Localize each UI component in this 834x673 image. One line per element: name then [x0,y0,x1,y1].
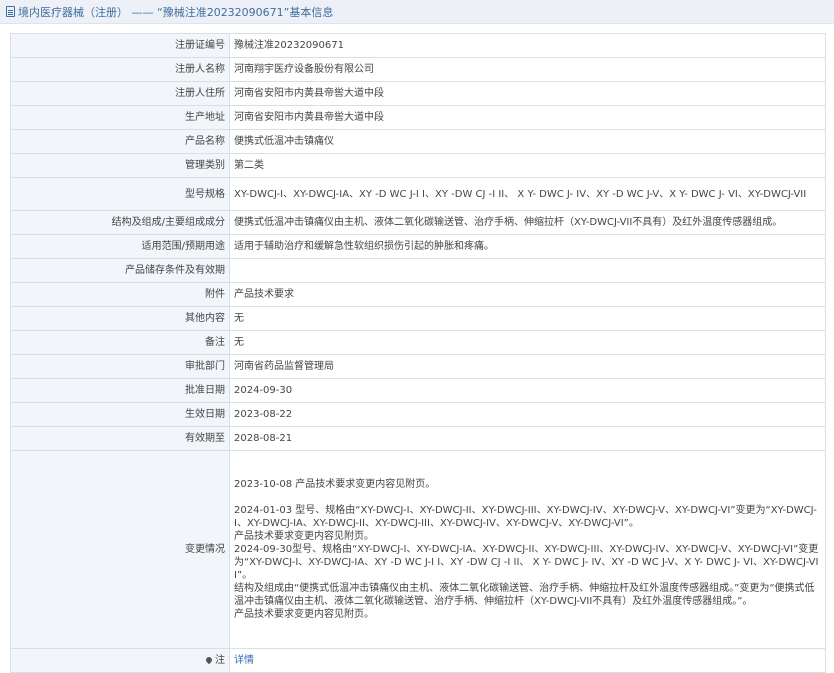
row-value: 产品技术要求 [229,282,826,307]
row-label: 批准日期 [10,378,230,403]
row-approval-date: 批准日期 2024-09-30 [10,378,826,403]
row-note: 注 详情 [10,648,826,673]
pin-icon [204,655,214,665]
change-entry: 2024-01-03 型号、规格由“XY-DWCJ-I、XY-DWCJ-II、X… [234,505,817,529]
row-remark: 备注 无 [10,330,826,355]
row-other-content: 其他内容 无 [10,306,826,331]
content-area: 注册证编号 豫械注准20232090671 注册人名称 河南翔宇医疗设备股份有限… [0,24,834,673]
row-label: 生效日期 [10,402,230,427]
row-label: 有效期至 [10,426,230,451]
note-label: 注 [215,655,225,666]
row-value: 2024-09-30 [229,378,826,403]
note-value: 详情 [229,648,826,673]
row-label: 审批部门 [10,354,230,379]
change-history-content: 2023-10-08 产品技术要求变更内容见附页。 2024-01-03 型号、… [229,450,826,649]
change-entry: 产品技术要求变更内容见附页。 [234,531,374,542]
row-label: 备注 [10,330,230,355]
row-value: 便携式低温冲击镇痛仪 [229,129,826,154]
row-intended-use: 适用范围/预期用途 适用于辅助治疗和缓解急性软组织损伤引起的肿胀和疼痛。 [10,234,826,259]
row-registrant-name: 注册人名称 河南翔宇医疗设备股份有限公司 [10,57,826,82]
row-label: 注册人住所 [10,81,230,106]
row-value: 河南省安阳市内黄县帝喾大道中段 [229,81,826,106]
row-label: 注册人名称 [10,57,230,82]
row-registrant-address: 注册人住所 河南省安阳市内黄县帝喾大道中段 [10,81,826,106]
row-model-spec: 型号规格 XY-DWCJ-I、XY-DWCJ-IA、XY -D WC J-I I… [10,177,826,211]
row-effective-date: 生效日期 2023-08-22 [10,402,826,427]
page-header: 境内医疗器械（注册） —— “豫械注准20232090671”基本信息 [0,0,834,24]
device-info-table: 注册证编号 豫械注准20232090671 注册人名称 河南翔宇医疗设备股份有限… [10,33,826,673]
details-link[interactable]: 详情 [234,655,254,666]
row-value: 河南省药品监督管理局 [229,354,826,379]
row-approval-department: 审批部门 河南省药品监督管理局 [10,354,826,379]
row-label: 管理类别 [10,153,230,178]
row-label: 其他内容 [10,306,230,331]
row-value: 2028-08-21 [229,426,826,451]
row-label: 注册证编号 [10,33,230,58]
row-valid-until: 有效期至 2028-08-21 [10,426,826,451]
row-label: 产品名称 [10,129,230,154]
page-title: 境内医疗器械（注册） —— “豫械注准20232090671”基本信息 [18,5,334,19]
row-label: 型号规格 [10,177,230,211]
row-value: 河南省安阳市内黄县帝喾大道中段 [229,105,826,130]
row-value: XY-DWCJ-I、XY-DWCJ-IA、XY -D WC J-I I、XY -… [229,177,826,211]
row-value: 河南翔宇医疗设备股份有限公司 [229,57,826,82]
row-label: 附件 [10,282,230,307]
row-label: 变更情况 [10,450,230,649]
row-value [229,258,826,283]
change-entry: 产品技术要求变更内容见附页。 [234,609,374,620]
row-label: 适用范围/预期用途 [10,234,230,259]
row-production-address: 生产地址 河南省安阳市内黄县帝喾大道中段 [10,105,826,130]
change-entry: 结构及组成由“便携式低温冲击镇痛仪由主机、液体二氧化碳输送管、治疗手柄、伸缩拉杆… [234,583,815,607]
document-icon [6,6,15,17]
row-value: 适用于辅助治疗和缓解急性软组织损伤引起的肿胀和疼痛。 [229,234,826,259]
row-value: 2023-08-22 [229,402,826,427]
row-change-history: 变更情况 2023-10-08 产品技术要求变更内容见附页。 2024-01-0… [10,450,826,649]
row-label: 产品储存条件及有效期 [10,258,230,283]
row-registration-number: 注册证编号 豫械注准20232090671 [10,33,826,58]
row-label: 结构及组成/主要组成成分 [10,210,230,235]
row-value: 便携式低温冲击镇痛仪由主机、液体二氧化碳输送管、治疗手柄、伸缩拉杆（XY-DWC… [229,210,826,235]
row-value: 无 [229,330,826,355]
row-label: 生产地址 [10,105,230,130]
change-entry: 2024-09-30型号、规格由“XY-DWCJ-I、XY-DWCJ-IA、XY… [234,544,819,581]
row-value: 无 [229,306,826,331]
row-value: 第二类 [229,153,826,178]
change-entry: 2023-10-08 产品技术要求变更内容见附页。 [234,479,436,490]
row-product-name: 产品名称 便携式低温冲击镇痛仪 [10,129,826,154]
row-management-category: 管理类别 第二类 [10,153,826,178]
note-label-cell: 注 [10,648,230,673]
row-value: 豫械注准20232090671 [229,33,826,58]
row-storage-validity: 产品储存条件及有效期 [10,258,826,283]
row-structure-composition: 结构及组成/主要组成成分 便携式低温冲击镇痛仪由主机、液体二氧化碳输送管、治疗手… [10,210,826,235]
row-attachment: 附件 产品技术要求 [10,282,826,307]
